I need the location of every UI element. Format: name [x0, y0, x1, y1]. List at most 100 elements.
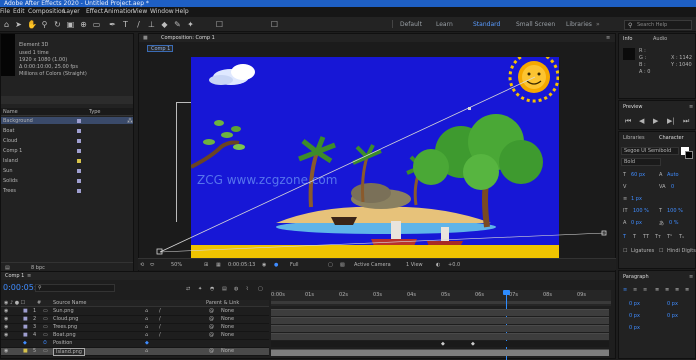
- first-frame-icon[interactable]: ⏮: [625, 117, 631, 126]
- shy-switch-icon[interactable]: ⌂: [145, 316, 148, 322]
- panel-menu-icon[interactable]: ≡: [606, 35, 610, 41]
- flow-breadcrumb[interactable]: Comp 1: [147, 45, 173, 52]
- clone-stamp-tool-icon[interactable]: ⊥: [147, 20, 156, 29]
- transparency-grid-icon[interactable]: ▦: [216, 262, 221, 268]
- layer-row[interactable]: ◉ ■ 3 ▭ Trees.png ⌂ / @ None: [1, 324, 269, 332]
- rectangle-tool-icon[interactable]: ▭: [92, 20, 101, 29]
- project-item[interactable]: Cloud: [1, 137, 133, 144]
- workspace-tab-default[interactable]: Default: [400, 21, 422, 28]
- snapshot-icon[interactable]: ◉: [262, 262, 266, 268]
- menu-file[interactable]: File: [0, 7, 10, 17]
- indent-left-value[interactable]: 0 px: [629, 301, 640, 307]
- composition-mini-flowchart-icon[interactable]: ⇄: [186, 286, 190, 292]
- tsume-value[interactable]: 0 %: [669, 220, 679, 226]
- pick-whip-icon[interactable]: @: [209, 332, 214, 338]
- project-search-bar[interactable]: [1, 96, 133, 104]
- selection-tool-icon[interactable]: ➤: [14, 20, 23, 29]
- snapping-checkbox-icon-2[interactable]: ☐: [270, 20, 279, 29]
- layer-row[interactable]: ◉ ■ 4 ▭ Boat.png ⌂ / @ None: [1, 332, 269, 340]
- character-tab[interactable]: Character: [659, 135, 684, 141]
- project-item[interactable]: Background: [1, 117, 133, 124]
- mask-icon[interactable]: ⬭: [150, 262, 154, 268]
- frame-blending-icon[interactable]: ▤: [222, 286, 227, 292]
- view-layout-select[interactable]: 1 View: [406, 262, 423, 268]
- project-item[interactable]: Trees: [1, 187, 133, 194]
- renderer-icon[interactable]: ▧: [340, 262, 345, 268]
- parent-select[interactable]: None: [221, 308, 234, 314]
- font-style-select[interactable]: Bold: [621, 158, 661, 166]
- keyframe-marker[interactable]: ◆: [471, 341, 475, 347]
- parent-select[interactable]: None: [221, 348, 234, 354]
- align-left-icon[interactable]: ≡: [623, 287, 627, 293]
- draft-3d-icon[interactable]: ✦: [198, 286, 202, 292]
- parent-select[interactable]: None: [221, 316, 234, 322]
- shy-layers-icon[interactable]: ◓: [210, 286, 214, 292]
- property-row[interactable]: ◆ ⏱ Position ◆: [1, 340, 269, 348]
- workspace-overflow-icon[interactable]: »: [596, 21, 600, 28]
- safe-area-icon[interactable]: ⊞: [204, 262, 208, 268]
- justify-center-icon[interactable]: ≣: [665, 287, 669, 293]
- space-before-value[interactable]: 0 px: [629, 313, 640, 319]
- visibility-eye-icon[interactable]: ◉: [4, 316, 8, 322]
- quality-switch-icon[interactable]: /: [159, 308, 161, 314]
- pan-behind-tool-icon[interactable]: ⊕: [79, 20, 88, 29]
- stopwatch-icon[interactable]: ⏱: [43, 340, 47, 346]
- tracking-value[interactable]: 0: [671, 184, 674, 190]
- timecode-display[interactable]: 0:00:05:13: [228, 262, 255, 268]
- project-item[interactable]: Comp 1: [1, 147, 133, 154]
- project-item[interactable]: Island: [1, 157, 133, 164]
- label-color-swatch[interactable]: ■: [23, 332, 28, 338]
- visibility-eye-icon[interactable]: ◉: [4, 308, 8, 314]
- workspace-tab-learn[interactable]: Learn: [436, 21, 453, 28]
- roto-brush-tool-icon[interactable]: ✎: [173, 20, 182, 29]
- visibility-eye-icon[interactable]: ◉: [4, 324, 8, 330]
- layer-row[interactable]: ◉ ■ 5 ▭ Island.png ⌂ @ None: [1, 348, 269, 356]
- type-tool-icon[interactable]: T: [121, 20, 130, 29]
- layer-duration-bar[interactable]: [271, 317, 609, 324]
- pick-whip-icon[interactable]: @: [209, 324, 214, 330]
- parent-link-header[interactable]: Parent & Link: [206, 300, 239, 306]
- lock-icon[interactable]: ■: [143, 35, 148, 41]
- layer-name[interactable]: Sun.png: [53, 308, 74, 314]
- libraries-tab[interactable]: Libraries: [623, 135, 645, 141]
- label-color-swatch[interactable]: [77, 119, 81, 123]
- menu-help[interactable]: Help: [175, 7, 189, 17]
- small-caps-button[interactable]: Tт: [655, 234, 661, 240]
- font-size-value[interactable]: 60 px: [631, 172, 645, 178]
- align-center-icon[interactable]: ≡: [633, 287, 637, 293]
- composition-tab[interactable]: Composition: Comp 1: [161, 35, 215, 41]
- keyframe-navigator-icon[interactable]: ◆: [23, 340, 27, 346]
- label-color-swatch[interactable]: [77, 139, 81, 143]
- label-color-swatch[interactable]: ■: [23, 308, 28, 314]
- indent-right-value[interactable]: 0 px: [667, 301, 678, 307]
- hand-tool-icon[interactable]: ✋: [27, 20, 37, 29]
- menu-layer[interactable]: Layer: [63, 7, 80, 17]
- camera-select[interactable]: Active Camera: [354, 262, 391, 268]
- menu-effect[interactable]: Effect: [86, 7, 103, 17]
- visibility-eye-icon[interactable]: ◉: [4, 348, 8, 354]
- menu-window[interactable]: Window: [150, 7, 174, 17]
- next-frame-icon[interactable]: ▶|: [667, 117, 675, 125]
- resolution-select[interactable]: Full: [290, 262, 299, 268]
- project-item[interactable]: Boat: [1, 127, 133, 134]
- brush-tool-icon[interactable]: /: [134, 20, 143, 29]
- label-color-swatch[interactable]: [77, 159, 81, 163]
- puppet-tool-icon[interactable]: ✦: [186, 20, 195, 29]
- last-frame-icon[interactable]: ⏭: [683, 117, 689, 126]
- quality-switch-icon[interactable]: /: [159, 332, 161, 338]
- preview-tab[interactable]: Preview: [623, 104, 642, 110]
- pick-whip-icon[interactable]: @: [209, 316, 214, 322]
- layer-name[interactable]: Boat.png: [53, 332, 76, 338]
- label-color-swatch[interactable]: [77, 189, 81, 193]
- timeline-options-icon[interactable]: ▢: [258, 286, 263, 292]
- flowchart-icon[interactable]: ⁂: [127, 118, 133, 125]
- visibility-eye-icon[interactable]: ◉: [4, 332, 8, 338]
- timeline-search-input[interactable]: ⚲: [35, 284, 115, 292]
- parent-select[interactable]: None: [221, 332, 234, 338]
- timeline-tab[interactable]: Comp 1: [5, 273, 24, 279]
- keyframe-marker[interactable]: ◆: [441, 341, 445, 347]
- horizontal-scale-value[interactable]: 100 %: [667, 208, 683, 214]
- stroke-color-swatch[interactable]: [685, 151, 693, 159]
- snapping-checkbox-icon[interactable]: ☐: [215, 20, 224, 29]
- shy-switch-icon[interactable]: ⌂: [145, 324, 148, 330]
